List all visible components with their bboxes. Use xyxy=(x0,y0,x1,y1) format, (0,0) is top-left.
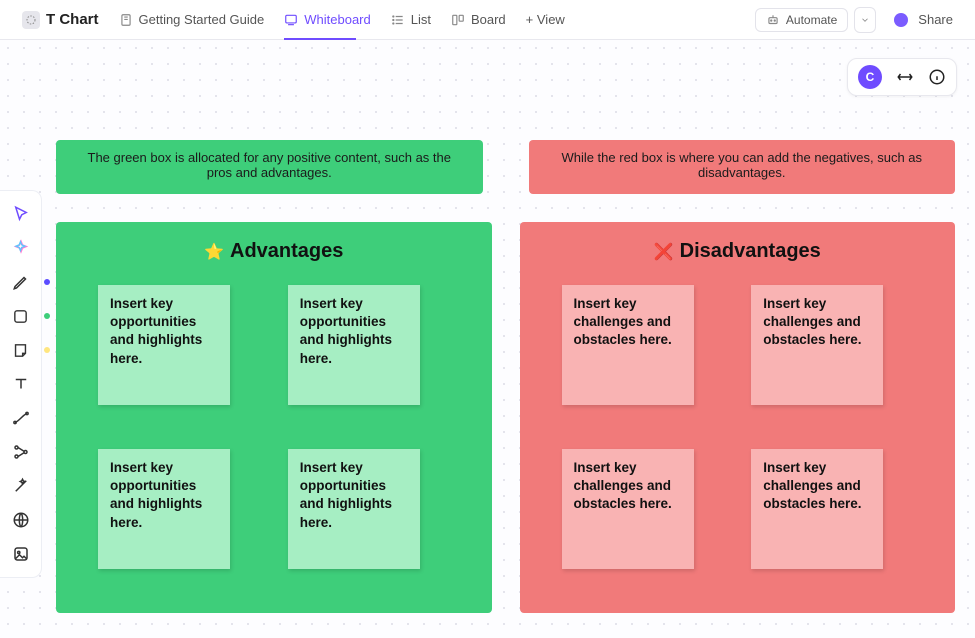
tab-whiteboard-label: Whiteboard xyxy=(304,12,370,27)
tool-shape[interactable] xyxy=(9,304,33,328)
cross-icon: ❌ xyxy=(654,242,674,262)
shape-color-dot[interactable] xyxy=(44,313,50,319)
tab-list[interactable]: List xyxy=(381,0,441,40)
tool-ai[interactable] xyxy=(9,236,33,260)
automate-label: Automate xyxy=(786,13,837,27)
sparkle-icon xyxy=(12,239,30,257)
sticky-color-dot[interactable] xyxy=(44,347,50,353)
globe-icon xyxy=(12,511,30,529)
square-icon xyxy=(12,308,29,325)
tool-image[interactable] xyxy=(9,542,33,566)
robot-icon xyxy=(766,13,780,27)
pen-icon xyxy=(12,273,30,291)
share-label: Share xyxy=(918,12,953,27)
whiteboard-icon xyxy=(284,13,298,27)
sticky-note[interactable]: Insert key challenges and obstacles here… xyxy=(751,449,883,569)
info-box-disadvantages[interactable]: While the red box is where you can add t… xyxy=(529,140,956,194)
tool-relation[interactable] xyxy=(9,440,33,464)
automate-chevron[interactable] xyxy=(854,7,876,33)
panel-disadvantages-title: ❌ Disadvantages xyxy=(546,240,930,263)
tool-connector[interactable] xyxy=(9,406,33,430)
sticky-note-icon xyxy=(12,342,29,359)
panel-disadvantages[interactable]: ❌ Disadvantages Insert key challenges an… xyxy=(520,222,956,613)
info-box-advantages[interactable]: The green box is allocated for any posit… xyxy=(56,140,483,194)
share-avatar-icon xyxy=(894,13,908,27)
doc-title-text: T Chart xyxy=(46,11,99,28)
panel-disadvantages-title-text: Disadvantages xyxy=(680,240,821,263)
tool-text[interactable] xyxy=(9,372,33,396)
star-icon: ⭐ xyxy=(204,242,224,262)
tool-select[interactable] xyxy=(9,202,33,226)
tab-guide[interactable]: Getting Started Guide xyxy=(109,0,275,40)
whiteboard-canvas[interactable]: C xyxy=(0,40,975,638)
chevron-down-icon xyxy=(860,15,870,25)
tab-board[interactable]: Board xyxy=(441,0,516,40)
tab-add-view[interactable]: + View xyxy=(516,0,575,40)
panel-advantages[interactable]: ⭐ Advantages Insert key opportunities an… xyxy=(56,222,492,613)
sticky-note[interactable]: Insert key opportunities and highlights … xyxy=(288,449,420,569)
list-icon xyxy=(391,13,405,27)
tool-sticky[interactable] xyxy=(9,338,33,362)
sticky-note[interactable]: Insert key opportunities and highlights … xyxy=(288,285,420,405)
sticky-note[interactable]: Insert key challenges and obstacles here… xyxy=(751,285,883,405)
tchart-content: The green box is allocated for any posit… xyxy=(56,40,955,638)
cursor-icon xyxy=(12,205,30,223)
image-icon xyxy=(12,545,30,563)
share-button[interactable]: Share xyxy=(884,0,963,40)
pen-color-dot[interactable] xyxy=(44,279,50,285)
tab-board-label: Board xyxy=(471,12,506,27)
tool-web[interactable] xyxy=(9,508,33,532)
sticky-note[interactable]: Insert key challenges and obstacles here… xyxy=(562,285,694,405)
tool-magic[interactable] xyxy=(9,474,33,498)
relation-icon xyxy=(12,443,30,461)
text-icon xyxy=(12,375,30,393)
sticky-note[interactable]: Insert key opportunities and highlights … xyxy=(98,285,230,405)
doc-logo-icon xyxy=(22,11,40,29)
sticky-note[interactable]: Insert key opportunities and highlights … xyxy=(98,449,230,569)
board-icon xyxy=(451,13,465,27)
panel-advantages-title: ⭐ Advantages xyxy=(82,240,466,263)
wand-icon xyxy=(12,477,30,495)
whiteboard-toolbox xyxy=(0,190,42,578)
tab-guide-label: Getting Started Guide xyxy=(139,12,265,27)
tab-whiteboard[interactable]: Whiteboard xyxy=(274,0,380,40)
tool-pen[interactable] xyxy=(9,270,33,294)
tab-list-label: List xyxy=(411,12,431,27)
automate-button[interactable]: Automate xyxy=(755,8,848,32)
top-bar: T Chart Getting Started Guide Whiteboard… xyxy=(0,0,975,40)
doc-icon xyxy=(119,13,133,27)
connector-icon xyxy=(12,409,30,427)
panel-advantages-title-text: Advantages xyxy=(230,240,343,263)
doc-title[interactable]: T Chart xyxy=(12,0,109,40)
sticky-note[interactable]: Insert key challenges and obstacles here… xyxy=(562,449,694,569)
tab-add-view-label: + View xyxy=(526,12,565,27)
